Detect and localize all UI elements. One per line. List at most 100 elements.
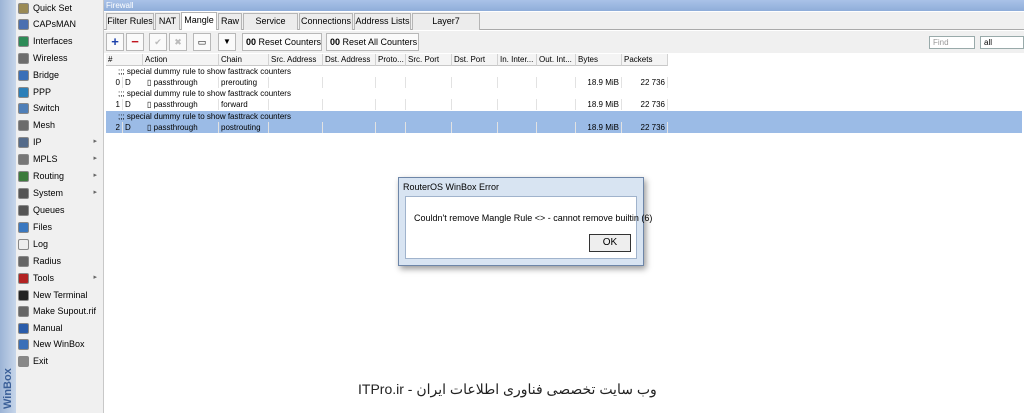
sidebar-item-wireless[interactable]: Wireless — [17, 50, 103, 66]
tab-raw[interactable]: Raw — [218, 13, 242, 30]
sidebar-item-label: Tools — [33, 273, 55, 283]
sidebar-item-label: Queues — [33, 205, 65, 215]
ok-button[interactable]: OK — [589, 234, 631, 252]
sidebar-item-manual[interactable]: Manual — [17, 320, 103, 336]
winbox-icon — [18, 338, 29, 350]
comment-row[interactable]: ;;; special dummy rule to show fasttrack… — [106, 88, 771, 99]
sidebar-item-label: Exit — [33, 356, 49, 366]
terminal-icon — [18, 289, 29, 301]
rule-action: ▯ passthrough — [143, 77, 219, 88]
sidebar-item-interfaces[interactable]: Interfaces — [17, 33, 103, 49]
column-header-src-address[interactable]: Src. Address — [269, 54, 323, 66]
log-icon — [18, 238, 29, 250]
column-header-in-interface[interactable]: In. Inter... — [498, 54, 537, 66]
rule-in-interface — [498, 77, 537, 88]
tab-filter-rules[interactable]: Filter Rules — [106, 13, 154, 30]
sidebar-item-radius[interactable]: Radius — [17, 253, 103, 269]
find-input[interactable]: Find — [929, 36, 975, 49]
rule-src-port — [406, 77, 452, 88]
rule-flag: D — [125, 123, 131, 132]
sidebar-item-new-terminal[interactable]: New Terminal — [17, 287, 103, 303]
column-header-bytes[interactable]: Bytes — [576, 54, 622, 66]
filter-icon: ▼ — [223, 37, 231, 46]
rule-action-label: passthrough — [153, 123, 198, 132]
disable-button[interactable]: ✖ — [169, 33, 187, 51]
sidebar-item-ppp[interactable]: PPP — [17, 84, 103, 100]
rule-dst-address — [323, 77, 376, 88]
sidebar-item-quick-set[interactable]: Quick Set — [17, 0, 103, 16]
sidebar-item-switch[interactable]: Switch — [17, 100, 103, 116]
column-header-out-interface[interactable]: Out. Int... — [537, 54, 576, 66]
rule-protocol — [376, 77, 406, 88]
sidebar-item-files[interactable]: Files — [17, 219, 103, 235]
files-icon — [18, 221, 29, 233]
rule-chain: postrouting — [219, 122, 269, 133]
sidebar-item-make-supout-rif[interactable]: Make Supout.rif — [17, 303, 103, 319]
tab-layer7-protocols[interactable]: Layer7 Protocols — [412, 13, 480, 41]
sidebar-item-bridge[interactable]: Bridge — [17, 67, 103, 83]
error-dialog: RouterOS WinBox Error Couldn't remove Ma… — [398, 177, 652, 266]
reset-counters-button[interactable]: 00 Reset Counters — [242, 33, 322, 51]
sidebar-item-routing[interactable]: Routing ▸ — [17, 168, 103, 184]
column-header-action[interactable]: Action — [143, 54, 219, 66]
remove-button[interactable]: − — [126, 33, 144, 51]
column-header-protocol[interactable]: Proto... — [376, 54, 406, 66]
tab-address-lists[interactable]: Address Lists — [354, 13, 411, 30]
column-header-dst-address[interactable]: Dst. Address — [323, 54, 376, 66]
ip-icon — [18, 136, 29, 148]
reset-all-counters-icon: 00 — [330, 37, 341, 47]
sidebar-item-new-winbox[interactable]: New WinBox — [17, 336, 103, 352]
rule-src-address — [269, 77, 323, 88]
manual-icon — [18, 322, 29, 334]
sidebar-item-label: Switch — [33, 103, 60, 113]
rule-comment: ;;; special dummy rule to show fasttrack… — [118, 89, 291, 98]
queues-icon — [18, 204, 29, 216]
sidebar-item-tools[interactable]: Tools ▸ — [17, 270, 103, 286]
filter-button[interactable]: ▼ — [218, 33, 236, 51]
comment-row-selected[interactable]: ;;; special dummy rule to show fasttrack… — [106, 111, 1022, 122]
sidebar-item-log[interactable]: Log — [17, 236, 103, 252]
dialog-message: Couldn't remove Mangle Rule <> - cannot … — [414, 213, 653, 223]
rule-src-address — [269, 99, 323, 110]
sidebar-item-label: IP — [33, 137, 42, 147]
sidebar-item-label: Files — [33, 222, 53, 232]
sidebar-item-mesh[interactable]: Mesh — [17, 117, 103, 133]
sidebar-item-ip[interactable]: IP ▸ — [17, 134, 103, 150]
table-row[interactable]: 0 D ▯ passthrough prerouting 18.9 MiB 22… — [106, 77, 771, 88]
sidebar-item-system[interactable]: System ▸ — [17, 185, 103, 201]
table-row-selected[interactable]: 2 D ▯ passthrough postrouting 18.9 MiB 2… — [106, 122, 1022, 133]
comment-row[interactable]: ;;; special dummy rule to show fasttrack… — [106, 66, 771, 77]
column-header-number[interactable]: # — [106, 54, 143, 66]
rule-comment: ;;; special dummy rule to show fasttrack… — [118, 67, 291, 76]
filter-select[interactable]: all — [980, 36, 1024, 49]
reset-all-counters-button[interactable]: 00 Reset All Counters — [326, 33, 419, 51]
column-header-dst-port[interactable]: Dst. Port — [452, 54, 498, 66]
sidebar-item-label: Routing — [33, 171, 65, 181]
sidebar-item-label: System — [33, 188, 64, 198]
table-row[interactable]: 1 D ▯ passthrough forward 18.9 MiB 22 73… — [106, 99, 771, 110]
action-icon: ▯ — [147, 78, 154, 87]
sidebar-item-capsman[interactable]: CAPsMAN — [17, 16, 103, 32]
tab-connections[interactable]: Connections — [299, 13, 353, 30]
tab-mangle[interactable]: Mangle — [181, 12, 217, 30]
reset-all-counters-label: Reset All Counters — [342, 37, 418, 47]
column-header-src-port[interactable]: Src. Port — [406, 54, 452, 66]
rule-index: 1 — [106, 99, 123, 110]
sidebar-item-queues[interactable]: Queues — [17, 202, 103, 218]
rule-flag: D — [125, 78, 131, 87]
comment-button[interactable]: ▭ — [193, 33, 211, 51]
rule-in-interface — [498, 122, 537, 133]
sidebar-item-label: Wireless — [33, 53, 68, 63]
sidebar-item-label: New Terminal — [33, 290, 88, 300]
sidebar-item-label: CAPsMAN — [33, 19, 77, 29]
tab-service-ports[interactable]: Service Ports — [243, 13, 298, 41]
tab-nat[interactable]: NAT — [155, 13, 180, 30]
enable-button[interactable]: ✔ — [149, 33, 167, 51]
column-header-packets[interactable]: Packets — [622, 54, 668, 66]
add-button[interactable]: + — [106, 33, 124, 51]
rule-src-port — [406, 122, 452, 133]
sidebar-item-exit[interactable]: Exit — [17, 353, 103, 369]
column-header-chain[interactable]: Chain — [219, 54, 269, 66]
sidebar-item-mpls[interactable]: MPLS ▸ — [17, 151, 103, 167]
submenu-arrow-icon: ▸ — [93, 138, 97, 145]
